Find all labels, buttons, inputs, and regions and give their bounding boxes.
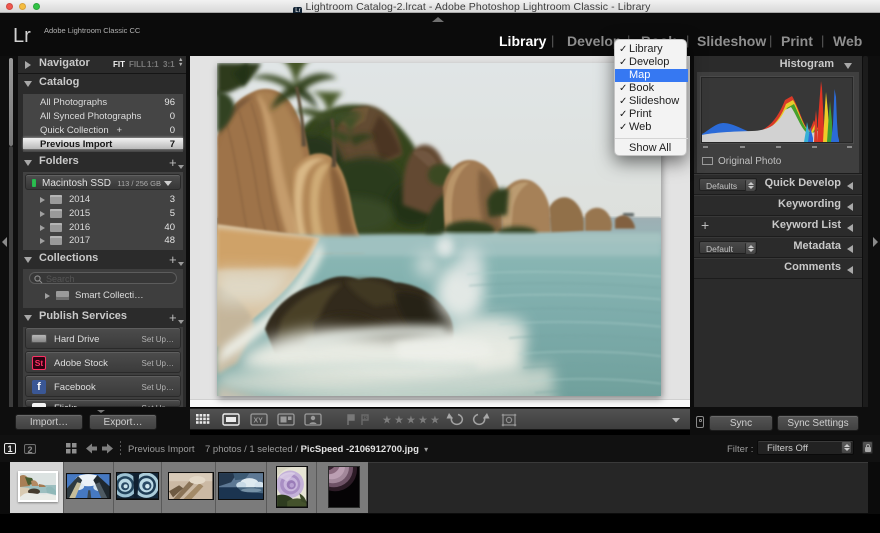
svg-text:XY: XY: [254, 418, 264, 425]
svg-text:★: ★: [406, 415, 416, 427]
svg-text:★: ★: [430, 415, 440, 427]
svg-text:★: ★: [418, 415, 428, 427]
svg-text:P: P: [364, 416, 368, 422]
svg-text:★: ★: [382, 415, 392, 427]
svg-text:★: ★: [394, 415, 404, 427]
